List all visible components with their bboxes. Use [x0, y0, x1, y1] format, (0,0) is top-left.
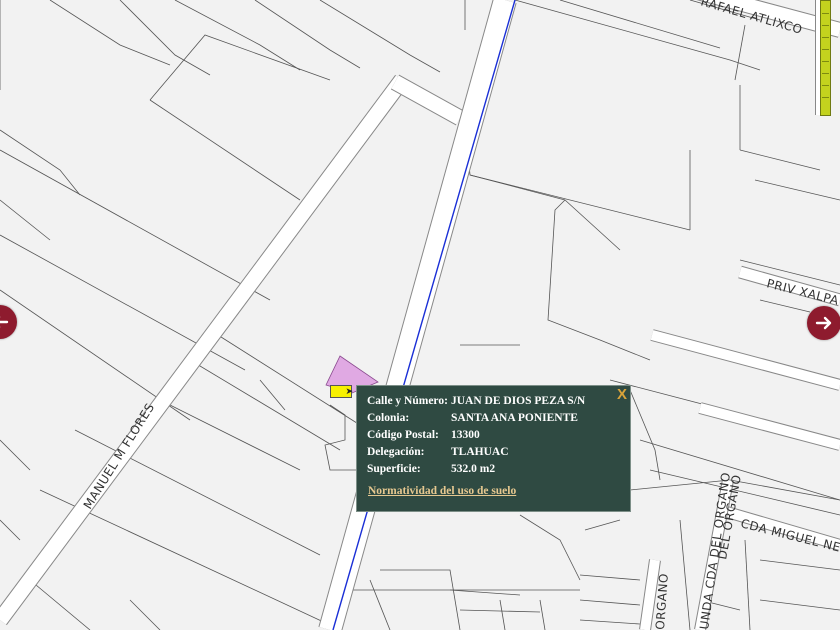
info-label: Delegación: [367, 446, 425, 458]
info-label: Código Postal: [367, 429, 439, 441]
parcel-info-table: Calle y Número: JUAN DE DIOS PEZA S/N Co… [367, 395, 585, 480]
street-label-priv-xalpa: PRIV XALPA [765, 276, 840, 308]
info-row-colonia: Colonia: SANTA ANA PONIENTE [367, 412, 585, 429]
zoom-slider[interactable] [820, 0, 831, 116]
info-value: JUAN DE DIOS PEZA S/N [451, 395, 586, 407]
arrow-left-icon [0, 316, 9, 328]
info-row-address: Calle y Número: JUAN DE DIOS PEZA S/N [367, 395, 585, 412]
info-row-delegacion: Delegación: TLAHUAC [367, 446, 585, 463]
info-row-postal-code: Código Postal: 13300 [367, 429, 585, 446]
street-label-manuel-m-flores: MANUEL M FLORES [81, 401, 158, 512]
close-button[interactable]: X [617, 386, 627, 403]
pointer-icon: ➤ [345, 386, 353, 396]
land-use-regulations-link[interactable]: Normatividad del uso de suelo [368, 485, 516, 497]
info-label: Calle y Número: [367, 395, 448, 407]
pan-right-button[interactable] [807, 306, 840, 340]
map-base-layer: RAFAEL ATLIXCO PRIV XALPA MANUEL M FLORE… [0, 0, 840, 630]
arrow-right-icon [815, 316, 832, 330]
street-label-cda-miguel-negrete: CDA MIGUEL NEG [739, 516, 840, 557]
info-value: TLAHUAC [451, 446, 509, 458]
parcel-marker[interactable]: ➤ [330, 385, 353, 398]
info-label: Superficie: [367, 463, 421, 475]
map-canvas[interactable]: RAFAEL ATLIXCO PRIV XALPA MANUEL M FLORE… [0, 0, 840, 630]
info-row-superficie: Superficie: 532.0 m2 [367, 463, 585, 480]
street-label-organo: ORGANO [653, 573, 671, 630]
info-label: Colonia: [367, 412, 410, 424]
parcel-info-popup: X Calle y Número: JUAN DE DIOS PEZA S/N … [356, 385, 631, 512]
info-value: 13300 [451, 429, 480, 441]
info-value: SANTA ANA PONIENTE [451, 412, 578, 424]
info-value: 532.0 m2 [451, 463, 496, 475]
